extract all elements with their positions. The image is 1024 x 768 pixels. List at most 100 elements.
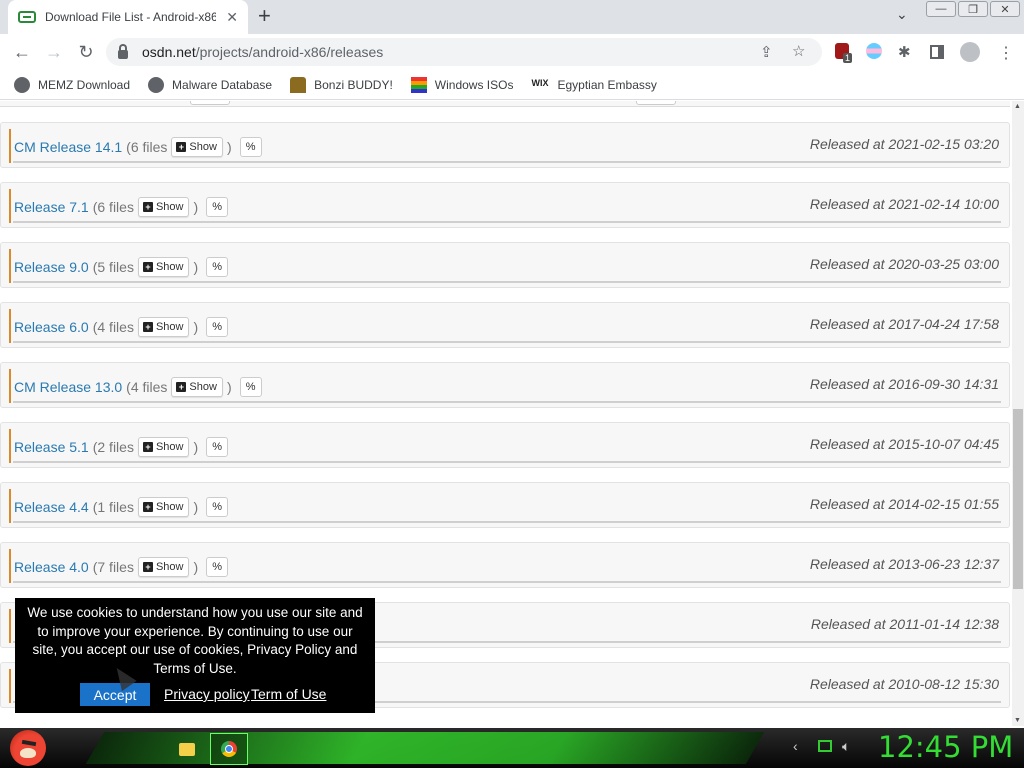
release-name-link[interactable]: Release 4.4 <box>14 499 89 515</box>
minimize-button[interactable]: — <box>926 1 956 17</box>
release-accent-bar <box>9 549 11 583</box>
bookmark-label: Windows ISOs <box>434 77 514 92</box>
release-date: Released at 2013-06-23 12:37 <box>809 556 999 572</box>
release-accent-bar <box>9 669 11 703</box>
extensions-puzzle-icon[interactable]: ✱ <box>898 43 911 61</box>
plus-square-icon: + <box>142 202 153 212</box>
permalink-button[interactable]: % <box>239 137 262 157</box>
release-row: Release 5.1 (2 files + Show)% Released at 20… <box>0 422 1010 468</box>
release-name-link[interactable]: Release 4.0 <box>14 559 89 575</box>
terms-of-use-link[interactable]: Term of Use <box>251 686 326 702</box>
file-count: (7 files <box>92 559 134 575</box>
close-window-button[interactable]: ✕ <box>990 1 1020 17</box>
plus-square-icon: + <box>142 442 153 452</box>
release-divider <box>13 461 1001 463</box>
show-files-button[interactable]: + Show <box>171 137 223 157</box>
accept-cookies-button[interactable]: Accept <box>80 683 150 706</box>
release-name-link[interactable]: CM Release 14.1 <box>14 139 122 155</box>
show-files-button[interactable]: + Show <box>137 557 190 577</box>
release-divider <box>13 341 1001 343</box>
show-files-button[interactable]: + Show <box>137 497 190 517</box>
link-icon: % <box>245 141 256 153</box>
show-button-edge <box>190 101 230 105</box>
file-explorer-taskbar-button[interactable] <box>168 733 206 765</box>
file-count: (5 files <box>92 259 134 275</box>
forward-arrow-icon[interactable]: → <box>38 42 70 63</box>
release-date: Released at 2011-01-14 12:38 <box>810 616 999 632</box>
maximize-button[interactable]: ❐ <box>958 1 988 17</box>
reload-icon[interactable]: ↻ <box>70 42 102 63</box>
show-label: Show <box>189 141 217 153</box>
bookmark-memz[interactable]: MEMZ Download <box>14 76 130 93</box>
release-divider <box>13 161 1001 163</box>
link-icon: % <box>212 441 223 453</box>
folder-icon <box>179 742 195 756</box>
show-files-button[interactable]: + Show <box>137 257 190 277</box>
link-icon: % <box>212 561 223 573</box>
release-accent-bar <box>9 189 11 223</box>
link-icon: % <box>212 501 223 513</box>
release-name-link[interactable]: Release 6.0 <box>14 319 89 335</box>
extension-badge: 1 <box>843 53 853 63</box>
release-name-link[interactable]: CM Release 13.0 <box>14 379 122 395</box>
share-icon[interactable]: ⇪ <box>760 43 773 61</box>
show-files-button[interactable]: + Show <box>137 197 190 217</box>
permalink-button[interactable]: % <box>206 197 229 217</box>
menu-kebab-icon[interactable]: ⋮ <box>998 43 1014 63</box>
release-header: Release 4.4 (1 files + Show)% <box>14 497 229 517</box>
tab-close-icon[interactable]: ✕ <box>226 9 238 26</box>
privacy-policy-link[interactable]: Privacy policy <box>164 686 250 702</box>
release-name-link[interactable]: Release 7.1 <box>14 199 89 215</box>
browser-tab[interactable]: Download File List - Android-x86 ✕ <box>8 0 248 34</box>
release-header: Release 9.0 (5 files + Show)% <box>14 257 229 277</box>
scroll-down-arrow-icon[interactable]: ▼ <box>1014 717 1021 724</box>
release-name-link[interactable]: Release 9.0 <box>14 259 89 275</box>
bookmark-malware-database[interactable]: Malware Database <box>148 76 272 93</box>
new-tab-button[interactable]: + <box>258 3 271 29</box>
tab-title: Download File List - Android-x86 <box>44 10 217 24</box>
scroll-up-arrow-icon[interactable]: ▲ <box>1014 103 1021 110</box>
release-date: Released at 2021-02-14 10:00 <box>809 196 999 212</box>
tray-chevron-icon[interactable]: ‹ <box>793 738 798 754</box>
release-divider <box>13 281 1001 283</box>
permalink-button[interactable]: % <box>206 257 229 277</box>
permalink-button[interactable]: % <box>239 377 262 397</box>
tab-search-icon[interactable]: ⌄ <box>896 6 908 23</box>
release-name-link[interactable]: Release 5.1 <box>14 439 89 455</box>
closing-paren: ) <box>193 199 199 215</box>
show-files-button[interactable]: + Show <box>137 437 190 457</box>
chrome-taskbar-button[interactable] <box>210 733 248 765</box>
page-scrollbar[interactable]: ▲ ▼ <box>1012 101 1024 726</box>
closing-paren: ) <box>226 139 232 155</box>
bookmark-windows-isos[interactable]: Windows ISOs <box>410 76 514 93</box>
back-arrow-icon[interactable]: ← <box>6 42 38 63</box>
bookmark-star-icon[interactable]: ☆ <box>792 42 805 60</box>
volume-icon[interactable]: 🔈︎ <box>842 738 850 755</box>
pride-extension-icon[interactable] <box>866 43 882 59</box>
rainbow-icon <box>410 76 427 93</box>
taskbar-clock[interactable]: 12:45 PM <box>878 730 1013 764</box>
file-count: (6 files <box>92 199 134 215</box>
profile-avatar-icon[interactable] <box>960 42 980 62</box>
bookmark-egyptian-embassy[interactable]: WIX Egyptian Embassy <box>531 76 656 94</box>
show-files-button[interactable]: + Show <box>171 377 223 397</box>
permalink-button[interactable]: % <box>206 497 229 517</box>
show-files-button[interactable]: + Show <box>137 317 190 337</box>
button-edge <box>636 101 676 105</box>
link-icon: % <box>245 381 256 393</box>
permalink-button[interactable]: % <box>206 317 229 337</box>
network-icon[interactable] <box>818 740 832 752</box>
permalink-button[interactable]: % <box>206 437 229 457</box>
start-button-angry-bird-icon[interactable] <box>10 730 46 766</box>
bookmark-bonzi-buddy[interactable]: Bonzi BUDDY! <box>290 76 393 93</box>
permalink-button[interactable]: % <box>206 557 229 577</box>
release-row: Release 9.0 (5 files + Show)% Released at 20… <box>0 242 1010 288</box>
release-row: Release 6.0 (4 files + Show)% Released at 20… <box>0 302 1010 348</box>
address-bar[interactable]: osdn.net/projects/android-x86/releases ⇪… <box>106 38 822 66</box>
lock-icon[interactable] <box>118 43 128 59</box>
side-panel-icon[interactable] <box>930 45 944 59</box>
closing-paren: ) <box>193 259 199 275</box>
release-divider <box>13 401 1001 403</box>
scrollbar-thumb[interactable] <box>1013 409 1023 589</box>
release-row: CM Release 13.0 (4 files + Show)% Released a… <box>0 362 1010 408</box>
